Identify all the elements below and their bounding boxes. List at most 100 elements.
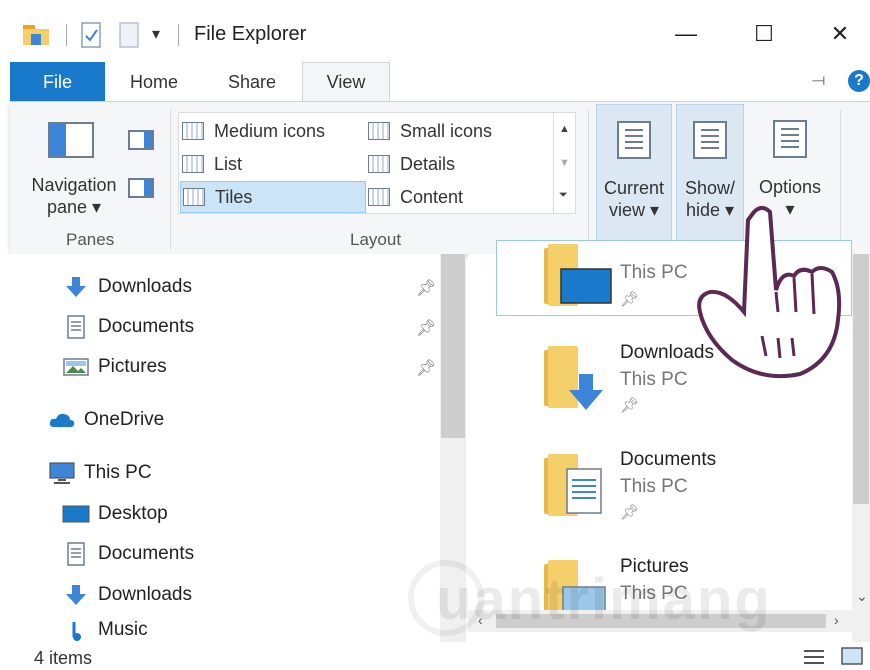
nav-item-label: Music <box>98 619 148 640</box>
document-icon <box>566 468 602 514</box>
layout-group-label: Layout <box>350 230 402 249</box>
document-icon <box>67 542 85 566</box>
layout-tiles[interactable]: Tiles <box>180 181 366 213</box>
large-icons-view-icon[interactable] <box>840 646 864 666</box>
pin-ribbon-icon[interactable]: ⟞ <box>812 72 825 90</box>
nav-item-label: Downloads <box>98 276 192 297</box>
tab-home[interactable]: Home <box>112 62 196 102</box>
show-hide-label: Show/ <box>684 178 736 198</box>
preview-pane-icon[interactable] <box>128 130 154 150</box>
nav-item-label: Desktop <box>98 503 168 524</box>
quick-access-dropdown[interactable]: ▾ <box>152 24 160 44</box>
layout-list-label: List <box>214 153 243 174</box>
title-separator <box>178 24 179 46</box>
nav-item-music[interactable]: Music <box>62 619 148 641</box>
layout-gallery-scroll[interactable]: ▲ ▼ ⏷ <box>554 112 576 214</box>
scroll-up-icon[interactable]: ▲ <box>559 123 570 135</box>
layout-list[interactable]: List <box>182 148 358 180</box>
medium-icons-icon <box>182 122 204 140</box>
pin-icon: 📌︎ <box>620 397 640 414</box>
desktop-icon <box>62 505 90 523</box>
tile-location: This PC <box>620 476 688 497</box>
details-icon <box>368 155 390 173</box>
nav-item-downloads-pc[interactable]: Downloads <box>62 579 192 611</box>
layout-medium-icons[interactable]: Medium icons <box>182 115 358 147</box>
navigation-pane-button[interactable]: Navigation pane ▾ <box>24 174 124 218</box>
details-view-icon[interactable] <box>802 648 826 666</box>
content-scrollbar-thumb[interactable] <box>853 254 869 504</box>
navigation-pane-label-2: pane ▾ <box>46 197 102 217</box>
layout-details-label: Details <box>400 153 456 174</box>
properties-icon[interactable] <box>80 22 104 48</box>
computer-icon <box>49 462 75 484</box>
hand-pointer-icon <box>697 206 842 379</box>
pin-icon[interactable]: 📌︎ <box>416 278 436 298</box>
small-icons-icon <box>368 122 390 140</box>
nav-item-label: Downloads <box>98 584 192 605</box>
new-folder-icon[interactable] <box>118 22 142 48</box>
pictures-icon <box>63 358 89 376</box>
layout-medium-icons-label: Medium icons <box>214 120 326 141</box>
expand-gallery-icon[interactable]: ⏷ <box>559 189 568 202</box>
nav-scrollbar-thumb[interactable] <box>441 254 465 438</box>
details-pane-icon[interactable] <box>128 178 154 198</box>
title-separator <box>66 24 67 46</box>
watermark-text: uantrimang <box>436 567 772 632</box>
tab-file[interactable]: File <box>10 62 105 102</box>
pin-icon[interactable]: 📌︎ <box>416 358 436 378</box>
nav-item-documents-pc[interactable]: Documents <box>62 538 194 570</box>
folder-icon <box>23 25 49 45</box>
options-label: Options <box>758 177 822 197</box>
help-icon[interactable]: ? <box>848 70 870 92</box>
tile-name[interactable]: Documents <box>620 449 716 471</box>
current-view-label: Current <box>603 178 665 198</box>
maximize-button[interactable]: ☐ <box>742 14 786 54</box>
pin-icon[interactable]: 📌︎ <box>416 318 436 338</box>
nav-item-this-pc[interactable]: This PC <box>48 457 152 489</box>
title-bar: ▾ File Explorer — ☐ ✕ <box>0 0 870 60</box>
nav-item-label: OneDrive <box>84 409 165 430</box>
nav-item-label: Pictures <box>98 356 167 377</box>
current-view-button[interactable]: Current view ▾ <box>596 104 672 250</box>
nav-item-onedrive[interactable]: OneDrive <box>48 404 164 436</box>
scroll-down-icon[interactable]: ▼ <box>559 157 570 169</box>
scroll-down-icon[interactable]: ⌄ <box>856 588 868 605</box>
tab-view[interactable]: View <box>302 62 390 102</box>
download-arrow-icon <box>66 585 86 605</box>
download-arrow-icon <box>569 374 603 410</box>
navigation-pane-icon[interactable] <box>48 122 94 158</box>
scroll-right-icon[interactable]: › <box>834 612 839 628</box>
list-icon <box>182 155 204 173</box>
tile-location: This PC <box>620 262 688 283</box>
layout-small-icons[interactable]: Small icons <box>368 115 548 147</box>
download-arrow-icon <box>66 277 86 297</box>
minimize-button[interactable]: — <box>664 14 708 54</box>
nav-item-label: Documents <box>98 543 195 564</box>
group-separator <box>588 110 589 250</box>
ribbon-tabs: File Home Share View ⟞ ? <box>0 60 870 102</box>
pin-icon: 📌︎ <box>620 291 640 308</box>
nav-item-pictures[interactable]: Pictures <box>62 351 167 383</box>
layout-details[interactable]: Details <box>368 148 548 180</box>
layout-small-icons-label: Small icons <box>400 120 493 141</box>
current-view-label-2: view ▾ <box>608 200 660 220</box>
navigation-pane-label: Navigation <box>31 175 117 195</box>
pin-icon: 📌︎ <box>620 504 640 521</box>
show-hide-icon <box>693 121 727 159</box>
layout-content[interactable]: Content <box>368 181 548 213</box>
tiles-icon <box>183 188 205 206</box>
status-bar: 4 items <box>0 642 870 670</box>
tile-location: This PC <box>620 369 688 390</box>
content-icon <box>368 188 390 206</box>
close-button[interactable]: ✕ <box>818 14 862 54</box>
current-view-icon <box>617 121 651 159</box>
options-icon <box>773 120 807 158</box>
item-count: 4 items <box>34 648 93 668</box>
nav-item-documents[interactable]: Documents <box>62 311 194 343</box>
layout-tiles-label: Tiles <box>215 186 253 207</box>
nav-item-downloads[interactable]: Downloads <box>62 271 192 303</box>
nav-item-label: This PC <box>84 462 152 483</box>
nav-item-desktop[interactable]: Desktop <box>62 498 168 530</box>
tab-share[interactable]: Share <box>210 62 294 102</box>
music-icon <box>72 622 81 641</box>
